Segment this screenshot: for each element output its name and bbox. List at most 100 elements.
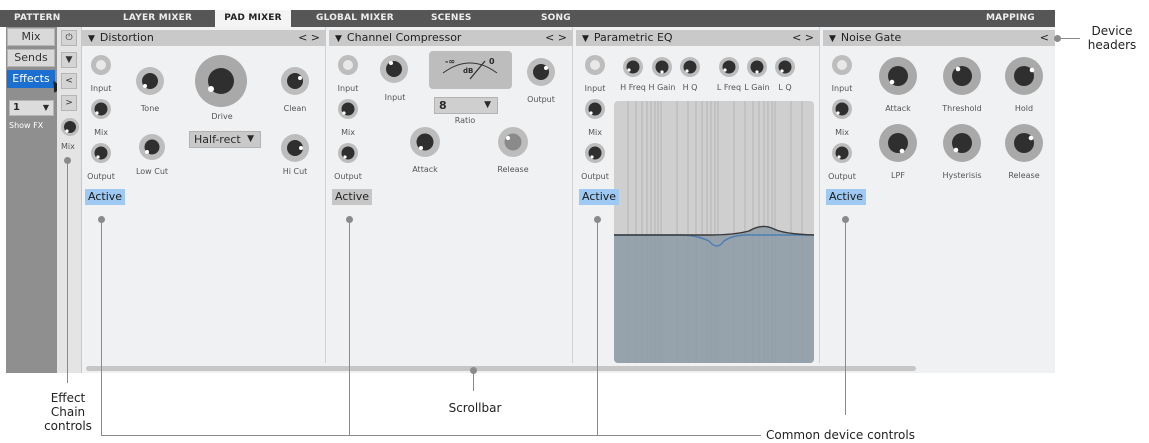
device-header[interactable]: ▼ Distortion < > xyxy=(82,30,326,46)
sends-view-button[interactable]: Sends xyxy=(7,49,55,67)
callout-line xyxy=(1058,38,1080,39)
mix-knob[interactable] xyxy=(831,98,853,120)
hi-cut-label: Hi Cut xyxy=(282,167,308,176)
show-fx-label: Show FX xyxy=(9,121,44,130)
l-q-knob[interactable] xyxy=(774,56,796,78)
collapse-triangle-icon[interactable]: ▼ xyxy=(88,34,95,44)
fx-slot-value: 1 xyxy=(13,102,20,113)
attack-knob[interactable] xyxy=(878,56,918,96)
input-knob[interactable] xyxy=(90,54,112,76)
output-knob[interactable] xyxy=(90,142,112,164)
comp-output-knob[interactable] xyxy=(526,57,556,87)
tone-knob[interactable] xyxy=(135,66,165,96)
clean-label: Clean xyxy=(283,104,307,113)
input-knob[interactable] xyxy=(831,54,853,76)
clean-knob[interactable] xyxy=(280,66,310,96)
mix-knob[interactable] xyxy=(337,98,359,120)
mix-view-button[interactable]: Mix xyxy=(7,28,55,46)
device-nav-arrows[interactable]: < xyxy=(1040,30,1049,46)
tab-scenes[interactable]: SCENES xyxy=(431,10,472,27)
comp-input-label: Input xyxy=(384,93,406,102)
lpf-knob[interactable] xyxy=(878,123,918,163)
active-toggle[interactable]: Active xyxy=(332,189,373,205)
callout-line xyxy=(101,220,102,436)
effects-view-button[interactable]: Effects xyxy=(7,70,55,88)
h-freq-knob[interactable] xyxy=(622,56,644,78)
callout-line xyxy=(597,220,598,436)
ratio-dropdown[interactable]: 8 ▼ xyxy=(434,97,498,114)
release-knob[interactable] xyxy=(497,126,529,158)
callout-line xyxy=(67,161,68,383)
meter-min-label: -∞ xyxy=(445,57,455,66)
chevron-down-icon: ▼ xyxy=(42,103,49,112)
fx-slot-selector[interactable]: 1 ▼ xyxy=(9,100,54,116)
hold-knob[interactable] xyxy=(1004,56,1044,96)
tab-song[interactable]: SONG xyxy=(541,10,571,27)
active-toggle[interactable]: Active xyxy=(85,189,126,205)
mix-knob[interactable] xyxy=(584,98,606,120)
device-name: Distortion xyxy=(99,31,154,44)
h-gain-knob[interactable] xyxy=(651,56,673,78)
meter-unit-label: dB xyxy=(463,67,474,75)
device-header[interactable]: ▼ Parametric EQ < > xyxy=(576,30,820,46)
mix-label: Mix xyxy=(94,128,108,137)
hysterisis-knob[interactable] xyxy=(942,123,982,163)
device-nav-arrows[interactable]: < > xyxy=(792,30,814,46)
move-right-button[interactable]: > xyxy=(61,95,77,111)
eq-response-graph[interactable] xyxy=(614,101,814,363)
l-gain-knob[interactable] xyxy=(746,56,768,78)
callout-line xyxy=(101,435,761,436)
tab-pad-mixer[interactable]: PAD MIXER xyxy=(215,10,291,27)
hi-cut-knob[interactable] xyxy=(280,133,310,163)
chevron-down-icon: ▼ xyxy=(247,134,254,144)
output-knob[interactable] xyxy=(831,142,853,164)
l-freq-knob[interactable] xyxy=(718,56,740,78)
h-q-knob[interactable] xyxy=(679,56,701,78)
meter-zero-label: 0 xyxy=(489,57,495,66)
device-header[interactable]: ▼ Noise Gate < xyxy=(823,30,1055,46)
active-toggle[interactable]: Active xyxy=(579,189,620,205)
chevron-down-icon: ▼ xyxy=(484,100,491,110)
low-cut-knob[interactable] xyxy=(138,133,166,161)
collapse-triangle-icon[interactable]: ▼ xyxy=(335,34,342,44)
mixer-view-column: Mix Sends Effects 1 ▼ Show FX xyxy=(6,27,57,373)
input-label: Input xyxy=(337,84,359,93)
collapse-button[interactable]: ▼ xyxy=(61,52,77,68)
tab-mapping[interactable]: MAPPING xyxy=(986,10,1035,27)
release-label: Release xyxy=(1008,171,1040,180)
chain-mix-label: Mix xyxy=(61,142,75,151)
drive-knob[interactable] xyxy=(194,54,248,108)
active-toggle[interactable]: Active xyxy=(826,189,867,205)
output-knob[interactable] xyxy=(584,142,606,164)
device-nav-arrows[interactable]: < > xyxy=(545,30,567,46)
tab-layer-mixer[interactable]: LAYER MIXER xyxy=(123,10,192,27)
collapse-triangle-icon[interactable]: ▼ xyxy=(582,34,589,44)
release-knob[interactable] xyxy=(1004,123,1044,163)
tone-label: Tone xyxy=(140,104,160,113)
mix-knob[interactable] xyxy=(90,98,112,120)
comp-output-label: Output xyxy=(527,95,555,104)
attack-label: Attack xyxy=(412,165,438,174)
horizontal-scrollbar[interactable] xyxy=(86,366,916,371)
input-label: Input xyxy=(831,84,853,93)
mode-dropdown[interactable]: Half-rect ▼ xyxy=(189,131,261,148)
device-parametric-eq: ▼ Parametric EQ < > Input Mix Output H Fr… xyxy=(576,27,820,363)
collapse-triangle-icon[interactable]: ▼ xyxy=(829,34,836,44)
device-name: Channel Compressor xyxy=(346,31,462,44)
tab-pattern[interactable]: PATTERN xyxy=(14,10,61,27)
input-knob[interactable] xyxy=(584,54,606,76)
comp-input-knob[interactable] xyxy=(379,54,409,84)
threshold-label: Threshold xyxy=(942,104,982,113)
top-menu-bar: PATTERN LAYER MIXER PAD MIXER GLOBAL MIX… xyxy=(0,10,1055,27)
tab-global-mixer[interactable]: GLOBAL MIXER xyxy=(316,10,394,27)
attack-knob[interactable] xyxy=(409,126,441,158)
input-knob[interactable] xyxy=(337,54,359,76)
effect-chain-controls-annotation: Effect Chain controls xyxy=(44,391,92,433)
device-header[interactable]: ▼ Channel Compressor < > xyxy=(329,30,573,46)
power-button[interactable]: ⏻ xyxy=(61,30,77,46)
device-nav-arrows[interactable]: < > xyxy=(298,30,320,46)
output-knob[interactable] xyxy=(337,142,359,164)
hold-label: Hold xyxy=(1014,104,1034,113)
drive-label: Drive xyxy=(211,112,233,121)
threshold-knob[interactable] xyxy=(942,56,982,96)
